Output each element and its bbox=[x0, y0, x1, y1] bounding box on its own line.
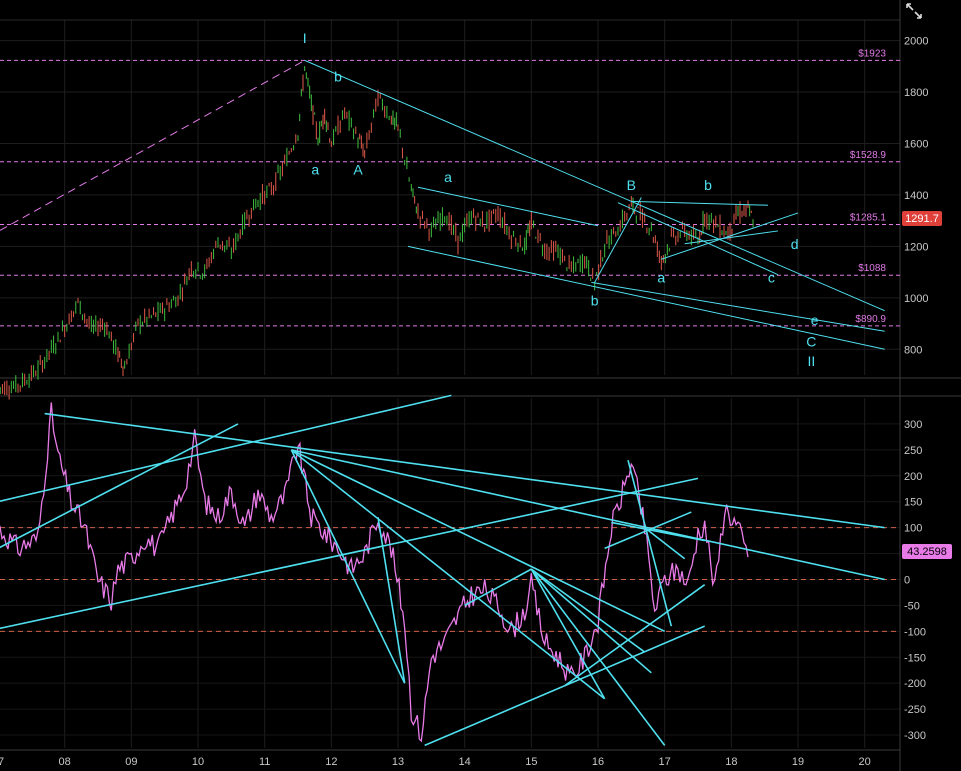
wave-label: b bbox=[334, 69, 342, 85]
time-tick-label: 18 bbox=[725, 756, 737, 768]
wave-label: e bbox=[811, 312, 819, 328]
level-label: $1285.1 bbox=[850, 212, 887, 223]
oscillator-tick-label: -150 bbox=[904, 652, 926, 664]
oscillator-tick-label: 100 bbox=[904, 523, 922, 535]
chart-canvas: $1923 $1528.9 $1285.1 $1088 $890.9 Ia b A a Bb d a… bbox=[0, 0, 961, 771]
wave-label: I bbox=[303, 30, 307, 46]
price-tick-label: 800 bbox=[904, 344, 922, 356]
time-tick-label: 14 bbox=[459, 756, 471, 768]
oscillator-tick-label: -100 bbox=[904, 626, 926, 638]
last-price-badge-text: 1291.7 bbox=[905, 213, 939, 225]
last-price-badge: 1291.7 bbox=[902, 211, 942, 226]
wave-label: A bbox=[353, 161, 363, 177]
oscillator-tick-label: -200 bbox=[904, 678, 926, 690]
wave-label: a bbox=[657, 269, 665, 285]
oscillator-tick-label: 200 bbox=[904, 471, 922, 483]
time-tick-label: 07 bbox=[0, 756, 4, 768]
price-tick-label: 1000 bbox=[904, 293, 928, 305]
wave-label: b bbox=[704, 177, 712, 193]
oscillator-tick-label: 0 bbox=[904, 574, 910, 586]
time-tick-label: 11 bbox=[259, 756, 270, 768]
price-tick-label: 1600 bbox=[904, 138, 928, 150]
wave-label: II bbox=[807, 353, 815, 369]
last-oscillator-badge: 43.2598 bbox=[902, 544, 952, 559]
price-tick-label: 1400 bbox=[904, 190, 928, 202]
time-tick-label: 17 bbox=[659, 756, 671, 768]
oscillator-tick-label: 250 bbox=[904, 445, 922, 457]
time-tick-label: 15 bbox=[525, 756, 537, 768]
time-tick-label: 09 bbox=[125, 756, 137, 768]
level-label: $890.9 bbox=[855, 314, 886, 325]
wave-label: b bbox=[591, 293, 599, 309]
time-tick-label: 08 bbox=[59, 756, 71, 768]
wave-label: c bbox=[768, 269, 775, 285]
chart-background bbox=[0, 0, 961, 771]
last-oscillator-badge-text: 43.2598 bbox=[907, 546, 947, 558]
time-tick-label: 12 bbox=[325, 756, 337, 768]
oscillator-tick-label: -50 bbox=[904, 600, 920, 612]
price-tick-label: 2000 bbox=[904, 36, 928, 48]
level-label: $1923 bbox=[858, 48, 886, 59]
wave-label: a bbox=[311, 161, 319, 177]
oscillator-tick-label: 150 bbox=[904, 497, 922, 509]
time-tick-label: 13 bbox=[392, 756, 404, 768]
wave-label: a bbox=[444, 169, 452, 185]
wave-label: C bbox=[806, 334, 816, 350]
level-label: $1088 bbox=[858, 263, 886, 274]
oscillator-tick-label: -250 bbox=[904, 704, 926, 716]
time-tick-label: 16 bbox=[592, 756, 604, 768]
wave-label: d bbox=[791, 236, 799, 252]
price-tick-label: 1200 bbox=[904, 241, 928, 253]
oscillator-tick-label: -300 bbox=[904, 730, 926, 742]
oscillator-tick-label: 300 bbox=[904, 419, 922, 431]
wave-label: B bbox=[627, 177, 636, 193]
time-tick-label: 19 bbox=[792, 756, 804, 768]
time-tick-label: 20 bbox=[859, 756, 871, 768]
time-tick-label: 10 bbox=[192, 756, 204, 768]
price-tick-label: 1800 bbox=[904, 87, 928, 99]
level-label: $1528.9 bbox=[850, 150, 887, 161]
